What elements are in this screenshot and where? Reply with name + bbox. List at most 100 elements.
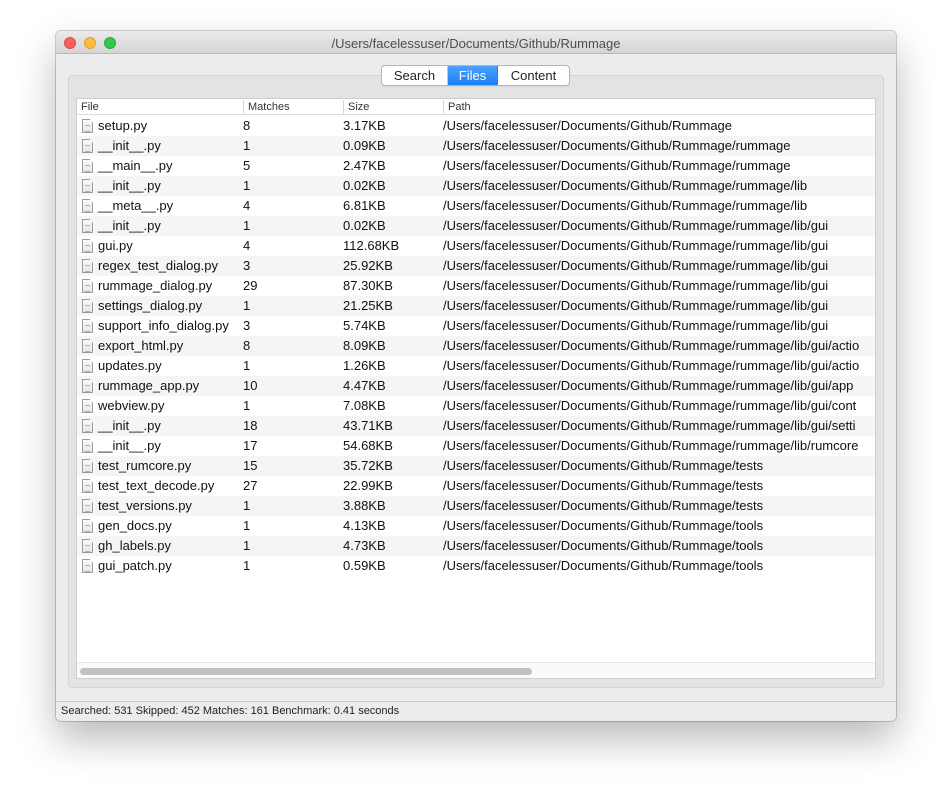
tab-content[interactable]: Content xyxy=(497,66,569,85)
path-cell: /Users/facelessuser/Documents/Github/Rum… xyxy=(443,316,875,336)
size-cell: 54.68KB xyxy=(343,436,443,456)
size-cell-text: 2.47KB xyxy=(343,158,386,173)
size-cell-text: 3.17KB xyxy=(343,118,386,133)
table-row[interactable]: __init__.py 18 43.71KB/Users/facelessuser/… xyxy=(77,416,875,436)
size-cell-text: 1.26KB xyxy=(343,358,386,373)
path-cell: /Users/facelessuser/Documents/Github/Rum… xyxy=(443,436,875,456)
file-name-cell-text: export_html.py xyxy=(98,338,184,353)
matches-cell: 1 xyxy=(243,556,343,576)
size-cell-text: 35.72KB xyxy=(343,458,393,473)
file-name-cell-text: __meta__.py xyxy=(98,198,174,213)
file-name-cell: webview.py xyxy=(77,396,243,416)
scrollbar-thumb[interactable] xyxy=(80,668,532,675)
file-name-cell-text: support_info_dialog.py xyxy=(98,318,229,333)
table-row[interactable]: webview.py 1 7.08KB/Users/facelessuser/Doc… xyxy=(77,396,875,416)
column-header-file[interactable]: File xyxy=(77,100,243,114)
tab-files[interactable]: Files xyxy=(447,66,497,85)
file-name-cell: gui_patch.py xyxy=(77,556,243,576)
table-row[interactable]: rummage_app.py 10 4.47KB/Users/facelessuse… xyxy=(77,376,875,396)
table-row[interactable]: gui.py 4 112.68KB/Users/facelessuser/Docum… xyxy=(77,236,875,256)
column-header-size[interactable]: Size xyxy=(343,100,443,114)
file-name-cell: __init__.py xyxy=(77,216,243,236)
file-name-cell: settings_dialog.py xyxy=(77,296,243,316)
file-name-cell-text: __init__.py xyxy=(98,438,161,453)
column-header-matches[interactable]: Matches xyxy=(243,100,343,114)
file-name-cell-text: webview.py xyxy=(98,398,165,413)
matches-cell-text: 8 xyxy=(243,338,251,353)
table-row[interactable]: updates.py 1 1.26KB/Users/facelessuser/Doc… xyxy=(77,356,875,376)
file-name-cell-text: gen_docs.py xyxy=(98,518,172,533)
file-name-cell: __init__.py xyxy=(77,436,243,456)
table-row[interactable]: __main__.py 5 2.47KB/Users/facelessuser/Do… xyxy=(77,156,875,176)
path-cell-text: /Users/facelessuser/Documents/Github/Rum… xyxy=(443,218,829,233)
file-name-cell: updates.py xyxy=(77,356,243,376)
status-bar: Searched: 531 Skipped: 452 Matches: 161 … xyxy=(56,701,896,721)
size-cell: 112.68KB xyxy=(343,236,443,256)
table-row[interactable]: settings_dialog.py 1 21.25KB/Users/faceles… xyxy=(77,296,875,316)
table-row[interactable]: test_rumcore.py 15 35.72KB/Users/facelessu… xyxy=(77,456,875,476)
horizontal-scrollbar[interactable] xyxy=(77,662,875,678)
matches-cell-text: 4 xyxy=(243,198,251,213)
size-cell: 4.13KB xyxy=(343,516,443,536)
size-cell-text: 21.25KB xyxy=(343,298,393,313)
path-cell: /Users/facelessuser/Documents/Github/Rum… xyxy=(443,516,875,536)
file-name-cell: test_text_decode.py xyxy=(77,476,243,496)
matches-cell-text: 1 xyxy=(243,498,251,513)
file-name-cell-text: __main__.py xyxy=(98,158,173,173)
tab-search[interactable]: Search xyxy=(382,66,447,85)
path-cell-text: /Users/facelessuser/Documents/Github/Rum… xyxy=(443,238,829,253)
table-row[interactable]: gh_labels.py 1 4.73KB/Users/facelessuser/D… xyxy=(77,536,875,556)
table-row[interactable]: test_versions.py 1 3.88KB/Users/facelessus… xyxy=(77,496,875,516)
path-cell: /Users/facelessuser/Documents/Github/Rum… xyxy=(443,116,875,136)
table-row[interactable]: __init__.py 17 54.68KB/Users/facelessuser/… xyxy=(77,436,875,456)
size-cell: 22.99KB xyxy=(343,476,443,496)
table-row[interactable]: gui_patch.py 1 0.59KB/Users/facelessuser/D… xyxy=(77,556,875,576)
column-header-path[interactable]: Path xyxy=(443,100,875,114)
table-row[interactable]: export_html.py 8 8.09KB/Users/facelessuser… xyxy=(77,336,875,356)
files-table: File Matches Size Path setup.py 8 3.17KB/U… xyxy=(76,98,876,679)
matches-cell-text: 1 xyxy=(243,518,251,533)
table-row[interactable]: gen_docs.py 1 4.13KB/Users/facelessuser/Do… xyxy=(77,516,875,536)
matches-cell-text: 5 xyxy=(243,158,251,173)
matches-cell-text: 29 xyxy=(243,278,258,293)
size-cell-text: 6.81KB xyxy=(343,198,386,213)
path-cell-text: /Users/facelessuser/Documents/Github/Rum… xyxy=(443,198,808,213)
size-cell-text: 7.08KB xyxy=(343,398,386,413)
size-cell-text: 4.47KB xyxy=(343,378,386,393)
file-name-cell: __main__.py xyxy=(77,156,243,176)
path-cell-text: /Users/facelessuser/Documents/Github/Rum… xyxy=(443,558,764,573)
size-cell-text: 0.02KB xyxy=(343,218,386,233)
size-cell: 21.25KB xyxy=(343,296,443,316)
path-cell-text: /Users/facelessuser/Documents/Github/Rum… xyxy=(443,398,857,413)
path-cell-text: /Users/facelessuser/Documents/Github/Rum… xyxy=(443,438,859,453)
file-name-cell: __init__.py xyxy=(77,136,243,156)
matches-cell-text: 1 xyxy=(243,398,251,413)
matches-cell-text: 4 xyxy=(243,238,251,253)
matches-cell: 1 xyxy=(243,136,343,156)
file-name-cell: rummage_app.py xyxy=(77,376,243,396)
path-cell: /Users/facelessuser/Documents/Github/Rum… xyxy=(443,396,875,416)
size-cell-text: 0.59KB xyxy=(343,558,386,573)
path-cell-text: /Users/facelessuser/Documents/Github/Rum… xyxy=(443,458,764,473)
table-row[interactable]: __init__.py 1 0.09KB/Users/facelessuser/Do… xyxy=(77,136,875,156)
size-cell: 2.47KB xyxy=(343,156,443,176)
size-cell-text: 25.92KB xyxy=(343,258,393,273)
table-row[interactable]: __init__.py 1 0.02KB/Users/facelessuser/Do… xyxy=(77,216,875,236)
matches-cell: 4 xyxy=(243,196,343,216)
matches-cell: 1 xyxy=(243,356,343,376)
table-row[interactable]: support_info_dialog.py 3 5.74KB/Users/face… xyxy=(77,316,875,336)
table-row[interactable]: regex_test_dialog.py 3 25.92KB/Users/facel… xyxy=(77,256,875,276)
path-cell-text: /Users/facelessuser/Documents/Github/Rum… xyxy=(443,538,764,553)
table-row[interactable]: __meta__.py 4 6.81KB/Users/facelessuser/Do… xyxy=(77,196,875,216)
table-row[interactable]: __init__.py 1 0.02KB/Users/facelessuser/Do… xyxy=(77,176,875,196)
file-name-cell: rummage_dialog.py xyxy=(77,276,243,296)
table-row[interactable]: rummage_dialog.py 29 87.30KB/Users/faceles… xyxy=(77,276,875,296)
size-cell: 3.88KB xyxy=(343,496,443,516)
title-bar[interactable]: /Users/facelessuser/Documents/Github/Rum… xyxy=(56,31,896,54)
path-cell-text: /Users/facelessuser/Documents/Github/Rum… xyxy=(443,298,829,313)
table-row[interactable]: setup.py 8 3.17KB/Users/facelessuser/Docum… xyxy=(77,116,875,136)
matches-cell-text: 8 xyxy=(243,118,251,133)
file-name-cell-text: regex_test_dialog.py xyxy=(98,258,218,273)
matches-cell-text: 17 xyxy=(243,438,258,453)
table-row[interactable]: test_text_decode.py 27 22.99KB/Users/facel… xyxy=(77,476,875,496)
